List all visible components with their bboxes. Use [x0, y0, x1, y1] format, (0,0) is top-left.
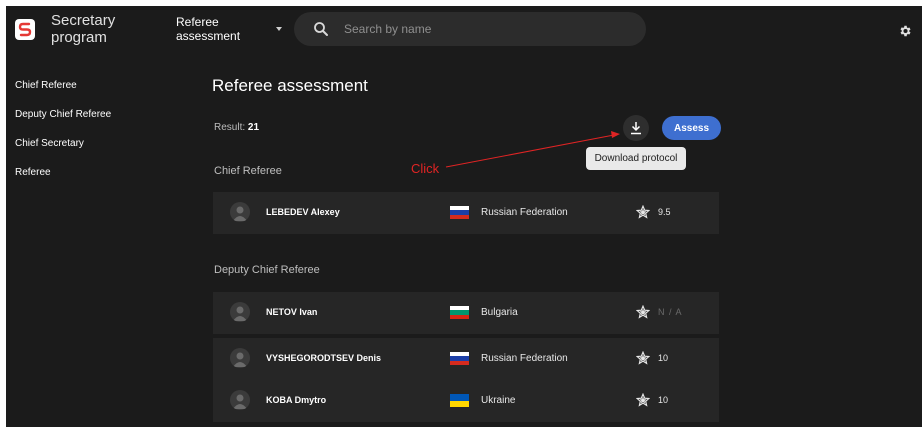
section-label-line1: Referee	[176, 15, 219, 29]
download-tooltip: Download protocol	[586, 147, 686, 170]
chevron-down-icon	[276, 27, 282, 31]
star-icon	[636, 351, 650, 365]
sidebar-item-deputy-chief-referee[interactable]: Deputy Chief Referee	[15, 109, 111, 120]
star-icon	[636, 205, 650, 219]
avatar-placeholder-icon	[230, 348, 250, 368]
assess-button[interactable]: Assess	[662, 116, 721, 140]
sidebar-item-chief-secretary[interactable]: Chief Secretary	[15, 138, 84, 149]
app-name: Secretary program	[51, 12, 115, 46]
avatar-placeholder-icon	[230, 390, 250, 410]
referee-country: Ukraine	[481, 395, 516, 406]
group-title-chief-referee: Chief Referee	[214, 165, 282, 177]
search-input[interactable]	[344, 12, 634, 46]
result-label: Result:	[214, 122, 246, 133]
result-count: 21	[247, 122, 260, 133]
search-bar	[294, 12, 646, 46]
search-icon	[314, 22, 328, 36]
flag-russia-icon	[450, 352, 469, 365]
flag-bulgaria-icon	[450, 306, 469, 319]
table-row[interactable]: LEBEDEV Alexey Russian Federation 9.5	[213, 192, 719, 234]
table-row[interactable]: VYSHEGORODTSEV Denis Russian Federation …	[213, 338, 719, 380]
referee-name: VYSHEGORODTSEV Denis	[266, 353, 382, 363]
section-selector[interactable]: Referee assessment	[176, 14, 284, 46]
sidebar-item-referee[interactable]: Referee	[15, 167, 51, 178]
star-icon	[636, 393, 650, 407]
referee-score: N / A	[658, 307, 683, 317]
section-label-line2: assessment	[176, 29, 241, 43]
section-selector-label: Referee assessment	[176, 15, 256, 43]
app-name-line2: program	[51, 29, 107, 46]
referee-name: KOBA Dmytro	[266, 395, 327, 405]
gear-icon[interactable]	[898, 24, 912, 38]
flag-russia-icon	[450, 206, 469, 219]
sidebar: Chief Referee Deputy Chief Referee Chief…	[6, 54, 186, 427]
referee-name: LEBEDEV Alexey	[266, 207, 340, 217]
table-row[interactable]: NETOV Ivan Bulgaria N / A	[213, 292, 719, 334]
table-row[interactable]: KOBA Dmytro Ukraine 10	[213, 380, 719, 422]
page-title: Referee assessment	[212, 76, 368, 95]
star-icon	[636, 305, 650, 319]
referee-country: Russian Federation	[481, 353, 568, 364]
referee-score: 10	[658, 395, 669, 405]
group-title-deputy-chief-referee: Deputy Chief Referee	[214, 264, 320, 276]
flag-ukraine-icon	[450, 394, 469, 407]
annotation-click-label: Click	[411, 161, 440, 176]
app-logo-icon[interactable]	[15, 19, 35, 40]
referee-country: Bulgaria	[481, 307, 518, 318]
avatar-placeholder-icon	[230, 202, 250, 222]
app-window: Secretary program Referee assessment Chi…	[6, 6, 922, 427]
referee-name: NETOV Ivan	[266, 307, 318, 317]
app-name-line1: Secretary	[51, 12, 116, 29]
download-protocol-button[interactable]	[623, 115, 649, 141]
top-bar: Secretary program Referee assessment	[6, 6, 922, 54]
referee-country: Russian Federation	[481, 207, 568, 218]
avatar-placeholder-icon	[230, 302, 250, 322]
referee-score: 9.5	[658, 207, 671, 217]
result-summary: Result: 21	[214, 122, 259, 133]
referee-score: 10	[658, 353, 669, 363]
sidebar-item-chief-referee[interactable]: Chief Referee	[15, 80, 77, 91]
download-icon	[631, 122, 641, 135]
